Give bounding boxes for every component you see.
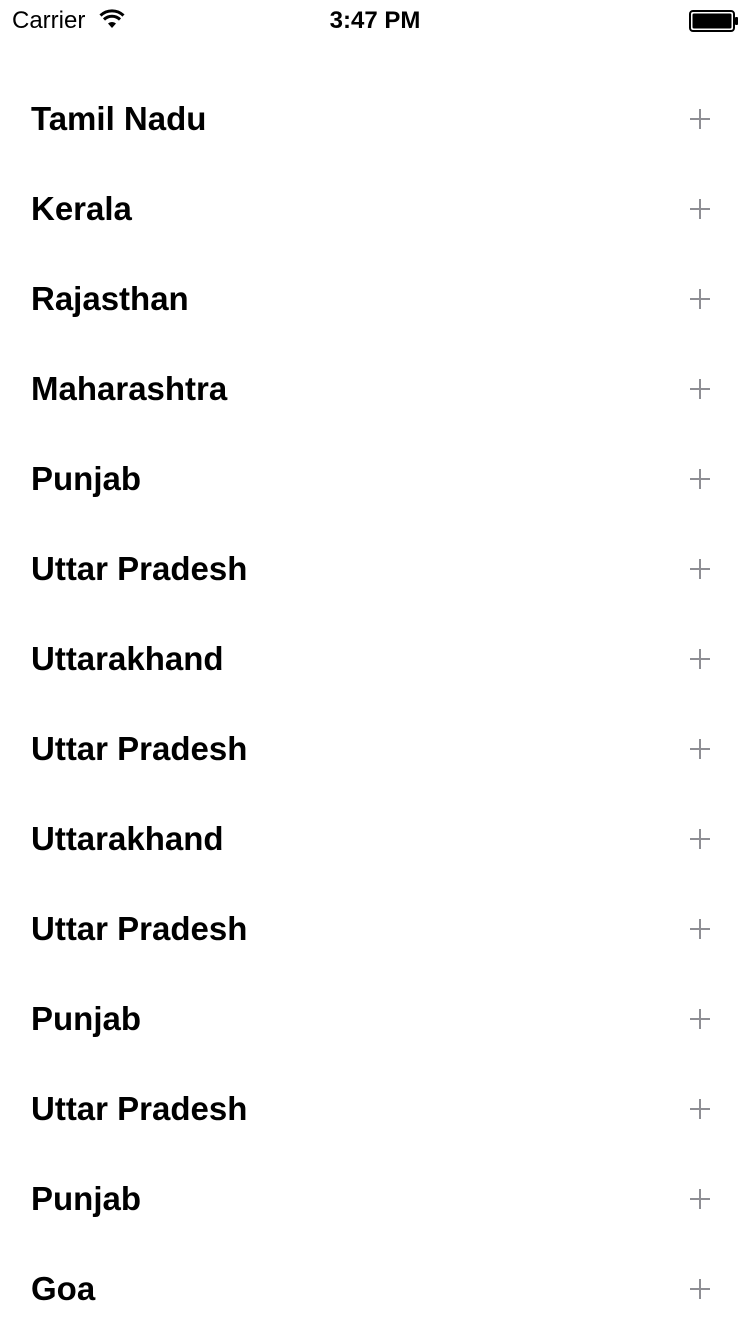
list-item-label: Kerala (31, 190, 132, 227)
list-item[interactable]: Uttarakhand (0, 614, 750, 704)
plus-icon[interactable] (688, 1097, 712, 1121)
list-item[interactable]: Uttar Pradesh (0, 524, 750, 614)
list-item[interactable]: Goa (0, 1244, 750, 1334)
list-item-label: Uttar Pradesh (31, 910, 248, 947)
list-item-label: Uttarakhand (31, 820, 224, 857)
plus-icon[interactable] (688, 377, 712, 401)
status-bar: Carrier 3:47 PM (0, 0, 750, 40)
list-item-label: Punjab (31, 1180, 142, 1217)
plus-icon[interactable] (688, 917, 712, 941)
plus-icon[interactable] (688, 1187, 712, 1211)
plus-icon[interactable] (688, 197, 712, 221)
list-item[interactable]: Punjab (0, 1154, 750, 1244)
list-item-label: Punjab (31, 1000, 142, 1037)
plus-icon[interactable] (688, 647, 712, 671)
battery-icon (689, 10, 739, 32)
list-item[interactable]: Uttar Pradesh (0, 1064, 750, 1154)
list-item[interactable]: Uttarakhand (0, 794, 750, 884)
list-item-label: Uttar Pradesh (31, 1090, 248, 1127)
list-item-label: Rajasthan (31, 280, 189, 317)
list-item[interactable]: Kerala (0, 164, 750, 254)
list-item-label: Uttar Pradesh (31, 550, 248, 587)
plus-icon[interactable] (688, 1007, 712, 1031)
list-item-label: Tamil Nadu (31, 100, 207, 137)
plus-icon[interactable] (688, 107, 712, 131)
list-item-label: Uttar Pradesh (31, 730, 248, 767)
list-item[interactable]: Uttar Pradesh (0, 704, 750, 794)
plus-icon[interactable] (688, 557, 712, 581)
list-item-label: Uttarakhand (31, 640, 224, 677)
plus-icon[interactable] (688, 467, 712, 491)
plus-icon[interactable] (688, 737, 712, 761)
list-item[interactable]: Punjab (0, 434, 750, 524)
state-list: Tamil Nadu Kerala Rajasthan Maharashtra Punj… (0, 74, 750, 1334)
list-item[interactable]: Maharashtra (0, 344, 750, 434)
list-item-label: Goa (31, 1270, 96, 1307)
clock-time: 3:47 PM (329, 7, 421, 34)
list-item-label: Punjab (31, 460, 142, 497)
list-item-label: Maharashtra (31, 370, 228, 407)
list-item[interactable]: Uttar Pradesh (0, 884, 750, 974)
list-item[interactable]: Punjab (0, 974, 750, 1064)
list-item[interactable]: Tamil Nadu (0, 74, 750, 164)
plus-icon[interactable] (688, 827, 712, 851)
plus-icon[interactable] (688, 1277, 712, 1301)
list-item[interactable]: Rajasthan (0, 254, 750, 344)
plus-icon[interactable] (688, 287, 712, 311)
